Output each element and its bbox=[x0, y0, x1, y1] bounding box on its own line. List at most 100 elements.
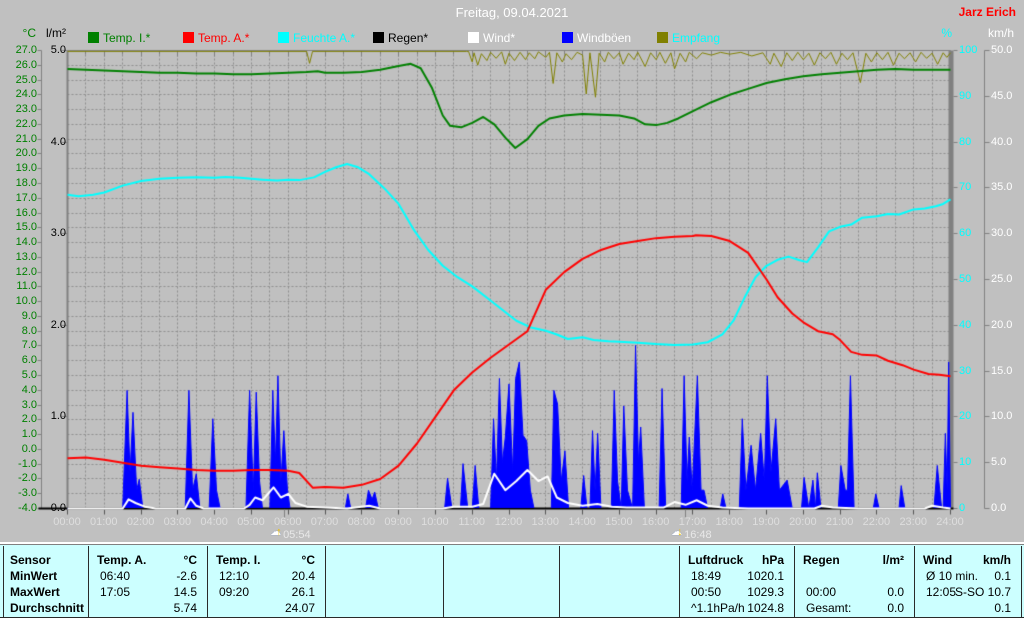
temp-axis-tick: 5.0 bbox=[5, 369, 37, 381]
temp-axis-tick: 21.0 bbox=[5, 133, 37, 145]
table-cell-value: 14.5 bbox=[97, 585, 197, 599]
table-column-divider bbox=[679, 546, 680, 617]
table-col-unit: km/h bbox=[923, 553, 1011, 567]
temp-axis-tick: 8.0 bbox=[5, 325, 37, 337]
sunrise-marker: ☁↑05:54 bbox=[270, 528, 311, 541]
table-column-divider bbox=[207, 546, 208, 617]
wind-axis-unit: km/h bbox=[980, 26, 1014, 40]
hour-axis-tick: 24:00 bbox=[928, 516, 972, 528]
legend-swatch-icon bbox=[278, 32, 289, 43]
legend-label: Feuchte A.* bbox=[293, 31, 355, 45]
sunset-icon: ☁↓ bbox=[671, 528, 684, 540]
temp-axis-tick: 20.0 bbox=[5, 147, 37, 159]
legend-swatch-icon bbox=[657, 32, 668, 43]
table-col-unit: l/m² bbox=[803, 553, 904, 567]
wind-axis-tick: 5.0 bbox=[991, 456, 1006, 468]
temp-axis-tick: 11.0 bbox=[5, 280, 37, 292]
temp-axis-tick: 0.0 bbox=[5, 443, 37, 455]
temp-axis-tick: 4.0 bbox=[5, 384, 37, 396]
wind-axis-tick: 40.0 bbox=[991, 136, 1012, 148]
temp-axis-tick: 12.0 bbox=[5, 266, 37, 278]
temp-axis-tick: 26.0 bbox=[5, 59, 37, 71]
humidity-axis-tick: 90 bbox=[959, 90, 971, 102]
table-column-divider bbox=[88, 546, 89, 617]
temp-axis-tick: -1.0 bbox=[5, 458, 37, 470]
table-cell-value: 26.1 bbox=[216, 585, 315, 599]
table-cell-value: 20.4 bbox=[216, 569, 315, 583]
humidity-axis-tick: 40 bbox=[959, 319, 971, 331]
temp-axis-tick: -4.0 bbox=[5, 502, 37, 514]
temp-axis-tick: 19.0 bbox=[5, 162, 37, 174]
page-title: Freitag, 09.04.2021 bbox=[0, 5, 1024, 20]
temp-axis-tick: 2.0 bbox=[5, 413, 37, 425]
sunrise-time: 05:54 bbox=[283, 529, 311, 541]
rain-axis-tick: 0.0 bbox=[36, 502, 66, 514]
table-column-divider bbox=[914, 546, 915, 617]
rain-axis-tick: 1.0 bbox=[36, 410, 66, 422]
table-header-sensor: Sensor bbox=[10, 553, 85, 567]
humidity-axis-unit: % bbox=[930, 26, 952, 40]
table-cell-value: -2.6 bbox=[97, 569, 197, 583]
legend-label: Temp. A.* bbox=[198, 31, 249, 45]
legend-label: Empfang bbox=[672, 31, 720, 45]
table-cell-value: 1024.8 bbox=[688, 601, 784, 615]
humidity-axis-tick: 50 bbox=[959, 273, 971, 285]
temp-axis-tick: 1.0 bbox=[5, 428, 37, 440]
temp-axis-tick: 23.0 bbox=[5, 103, 37, 115]
table-col-unit: °C bbox=[97, 553, 197, 567]
legend-swatch-icon bbox=[468, 32, 479, 43]
wind-axis-tick: 45.0 bbox=[991, 90, 1012, 102]
table-column-divider bbox=[3, 546, 4, 617]
temp-axis-tick: 25.0 bbox=[5, 74, 37, 86]
wind-axis-tick: 0.0 bbox=[991, 502, 1006, 514]
table-cell-value: 24.07 bbox=[216, 601, 315, 615]
wind-axis-tick: 35.0 bbox=[991, 181, 1012, 193]
wind-axis-tick: 25.0 bbox=[991, 273, 1012, 285]
temp-axis-tick: 10.0 bbox=[5, 295, 37, 307]
rain-axis-tick: 5.0 bbox=[36, 44, 66, 56]
table-cell-value: 1020.1 bbox=[688, 569, 784, 583]
sunset-time: 16:48 bbox=[684, 529, 712, 541]
humidity-axis-tick: 100 bbox=[959, 44, 977, 56]
table-row-label: Durchschnitt bbox=[10, 601, 85, 615]
table-cell-value: 0.1 bbox=[923, 569, 1011, 583]
table-cell-value: 0.0 bbox=[803, 601, 904, 615]
temp-axis-tick: 15.0 bbox=[5, 221, 37, 233]
weather-app-window: Freitag, 09.04.2021 Jarz Erich °C l/m² %… bbox=[0, 0, 1024, 618]
temp-axis-tick: 14.0 bbox=[5, 236, 37, 248]
table-cell-value: S-SO 10.7 bbox=[923, 585, 1011, 599]
legend-swatch-icon bbox=[562, 32, 573, 43]
table-column-divider bbox=[794, 546, 795, 617]
temp-axis-tick: 3.0 bbox=[5, 399, 37, 411]
wind-axis-tick: 50.0 bbox=[991, 44, 1012, 56]
sunset-marker: ☁↓16:48 bbox=[671, 528, 712, 541]
wind-axis-tick: 30.0 bbox=[991, 227, 1012, 239]
table-cell-value: 1029.3 bbox=[688, 585, 784, 599]
temp-axis-tick: -3.0 bbox=[5, 487, 37, 499]
temp-axis-tick: 16.0 bbox=[5, 207, 37, 219]
table-row-label: MinWert bbox=[10, 569, 85, 583]
table-col-unit: hPa bbox=[688, 553, 784, 567]
table-row-label: MaxWert bbox=[10, 585, 85, 599]
legend-swatch-icon bbox=[183, 32, 194, 43]
wind-axis-tick: 10.0 bbox=[991, 410, 1012, 422]
temp-axis-tick: 24.0 bbox=[5, 88, 37, 100]
rain-axis-unit: l/m² bbox=[36, 26, 66, 40]
legend-swatch-icon bbox=[88, 32, 99, 43]
humidity-axis-tick: 80 bbox=[959, 136, 971, 148]
legend-label: Regen* bbox=[388, 31, 428, 45]
table-column-divider bbox=[559, 546, 560, 617]
legend-label: Temp. I.* bbox=[103, 31, 150, 45]
table-column-divider bbox=[325, 546, 326, 617]
table-cell-value: 0.0 bbox=[803, 585, 904, 599]
rain-axis-tick: 3.0 bbox=[36, 227, 66, 239]
rain-axis-tick: 2.0 bbox=[36, 319, 66, 331]
weather-chart-canvas bbox=[0, 0, 1024, 542]
temp-axis-tick: 13.0 bbox=[5, 251, 37, 263]
humidity-axis-tick: 20 bbox=[959, 410, 971, 422]
table-col-unit: °C bbox=[216, 553, 315, 567]
statistics-table: SensorMinWertMaxWertDurchschnittTemp. A.… bbox=[0, 544, 1024, 618]
temp-axis-tick: 18.0 bbox=[5, 177, 37, 189]
legend-swatch-icon bbox=[373, 32, 384, 43]
table-column-divider bbox=[443, 546, 444, 617]
